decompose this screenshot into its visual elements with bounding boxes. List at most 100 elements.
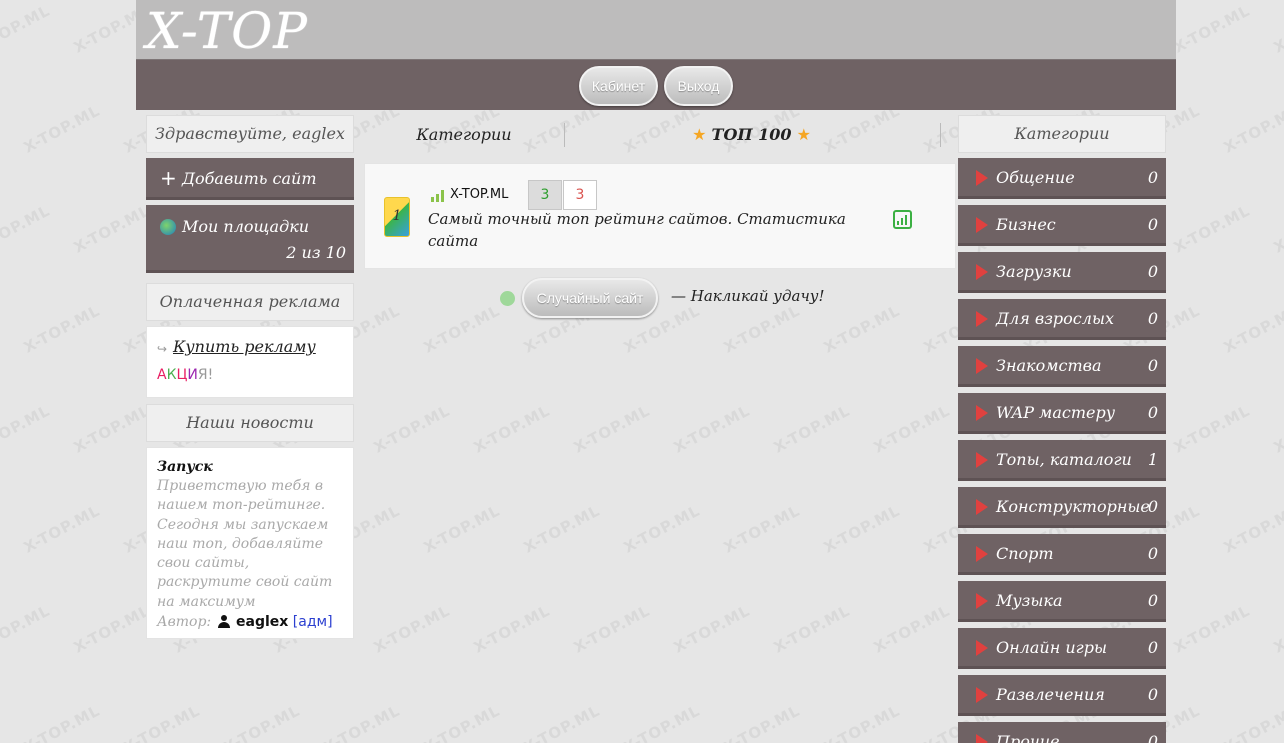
triangle-icon [976, 311, 988, 327]
promo-text: АКЦИЯ! [157, 367, 213, 383]
site-logo[interactable]: X-TOP [146, 2, 308, 60]
tab-divider [940, 123, 941, 147]
triangle-icon [976, 264, 988, 280]
tab-divider [564, 123, 565, 147]
watermark-text: X-TOP.ML [1170, 1, 1254, 57]
star-icon: ★ [796, 125, 811, 144]
my-sites-button[interactable]: Мои площадки 2 из 10 [146, 205, 354, 273]
tab-top100[interactable]: ★ ТОП 100 ★ [579, 115, 924, 155]
category-label: Прочие [996, 732, 1060, 743]
categories-sidebar: Категории Общение 0 Бизнес 0 Загрузки 0 Для вз… [958, 115, 1166, 743]
watermark-text: X-TOP.ML [0, 401, 54, 457]
category-count: 0 [1147, 356, 1158, 375]
site-name-link[interactable]: X-TOP.ML [450, 187, 508, 202]
news-author-label: Автор: [157, 614, 212, 631]
watermark-text: X-TOP.ML [1220, 101, 1284, 157]
random-site-row: Случайный сайт — Накликай удачу! [364, 278, 956, 318]
promo-letter: Ц [176, 367, 188, 383]
category-count: 0 [1147, 403, 1158, 422]
triangle-icon [976, 170, 988, 186]
user-icon [217, 615, 230, 629]
news-author: Автор: eaglex [адм] [157, 612, 343, 632]
random-site-button[interactable]: Случайный сайт [522, 278, 658, 318]
arrow-icon: ↪ [157, 342, 168, 356]
watermark-text: X-TOP.ML [0, 201, 54, 257]
watermark-text: X-TOP.ML [1270, 601, 1284, 657]
tabs-bar: Категории ★ ТОП 100 ★ [364, 115, 956, 157]
stat-out: 3 [563, 180, 597, 210]
buy-ads-link[interactable]: Купить рекламу [173, 337, 316, 356]
paid-ads-box: ↪ Купить рекламу АКЦИЯ! [146, 326, 354, 398]
chart-icon [431, 190, 445, 202]
category-label: Спорт [996, 544, 1054, 563]
category-item[interactable]: Онлайн игры 0 [958, 628, 1166, 669]
site-list-item[interactable]: 1 X-TOP.ML 3 3 Самый точный топ рейтинг … [364, 163, 956, 269]
category-count: 1 [1147, 450, 1158, 469]
triangle-icon [976, 593, 988, 609]
category-count: 0 [1147, 309, 1158, 328]
category-item[interactable]: WAP мастеру 0 [958, 393, 1166, 434]
category-count: 0 [1147, 215, 1158, 234]
watermark-text: X-TOP.ML [1170, 401, 1254, 457]
dice-icon [500, 291, 515, 306]
category-item[interactable]: Прочие 0 [958, 722, 1166, 743]
category-count: 0 [1147, 168, 1158, 187]
category-item[interactable]: Бизнес 0 [958, 205, 1166, 246]
category-item[interactable]: Развлечения 0 [958, 675, 1166, 716]
category-item[interactable]: Конструкторные 0 [958, 487, 1166, 528]
star-icon: ★ [692, 125, 707, 144]
triangle-icon [976, 734, 988, 743]
triangle-icon [976, 546, 988, 562]
paid-ads-header: Оплаченная реклама [146, 283, 354, 321]
category-label: Топы, каталоги [996, 450, 1132, 469]
category-label: Музыка [996, 591, 1063, 610]
triangle-icon [976, 640, 988, 656]
tab-categories[interactable]: Категории [364, 115, 564, 155]
news-item-title: Запуск [157, 459, 213, 475]
category-item[interactable]: Музыка 0 [958, 581, 1166, 622]
category-item[interactable]: Для взрослых 0 [958, 299, 1166, 340]
watermark-text: X-TOP.ML [1220, 701, 1284, 743]
logout-button[interactable]: Выход [664, 66, 733, 106]
category-item[interactable]: Топы, каталоги 1 [958, 440, 1166, 481]
site-header: X-TOP [136, 0, 1176, 60]
cabinet-button[interactable]: Кабинет [579, 66, 658, 106]
rank-number: 1 [392, 208, 402, 224]
category-count: 0 [1147, 685, 1158, 704]
my-sites-label: Мои площадки [182, 217, 310, 236]
tab-top100-label: ТОП 100 [711, 125, 792, 144]
triangle-icon [976, 452, 988, 468]
triangle-icon [976, 217, 988, 233]
site-description: Самый точный топ рейтинг сайтов. Статист… [428, 210, 846, 250]
greeting-text: Здравствуйте, eaglex [146, 115, 354, 153]
add-site-button[interactable]: + Добавить сайт [146, 158, 354, 200]
triangle-icon [976, 499, 988, 515]
news-item-body: Приветствую тебя в нашем топ-рейтинге. С… [157, 478, 333, 610]
random-site-hint: — Накликай удачу! [671, 287, 825, 305]
category-label: Онлайн игры [996, 638, 1107, 657]
promo-letter: А [157, 367, 167, 383]
triangle-icon [976, 358, 988, 374]
watermark-text: X-TOP.ML [20, 701, 104, 743]
category-item[interactable]: Загрузки 0 [958, 252, 1166, 293]
news-author-name[interactable]: eaglex [236, 614, 288, 630]
promo-letter: К [166, 367, 177, 383]
news-author-tag[interactable]: [адм] [293, 614, 333, 630]
watermark-text: X-TOP.ML [0, 601, 54, 657]
category-item[interactable]: Общение 0 [958, 158, 1166, 199]
watermark-text: X-TOP.ML [1270, 1, 1284, 57]
watermark-text: X-TOP.ML [1220, 501, 1284, 557]
category-label: Общение [996, 168, 1075, 187]
watermark-text: X-TOP.ML [0, 1, 54, 57]
watermark-text: X-TOP.ML [20, 501, 104, 557]
category-item[interactable]: Знакомства 0 [958, 346, 1166, 387]
news-box: Запуск Приветствую тебя в нашем топ-рейт… [146, 447, 354, 639]
watermark-text: X-TOP.ML [1170, 201, 1254, 257]
stats-icon[interactable] [893, 210, 912, 229]
category-label: Знакомства [996, 356, 1102, 375]
category-item[interactable]: Спорт 0 [958, 534, 1166, 575]
main-content: Категории ★ ТОП 100 ★ 1 X-TOP.ML 3 3 Сам… [364, 115, 956, 318]
globe-icon [160, 219, 176, 235]
category-count: 0 [1147, 262, 1158, 281]
plus-icon: + [160, 166, 177, 190]
